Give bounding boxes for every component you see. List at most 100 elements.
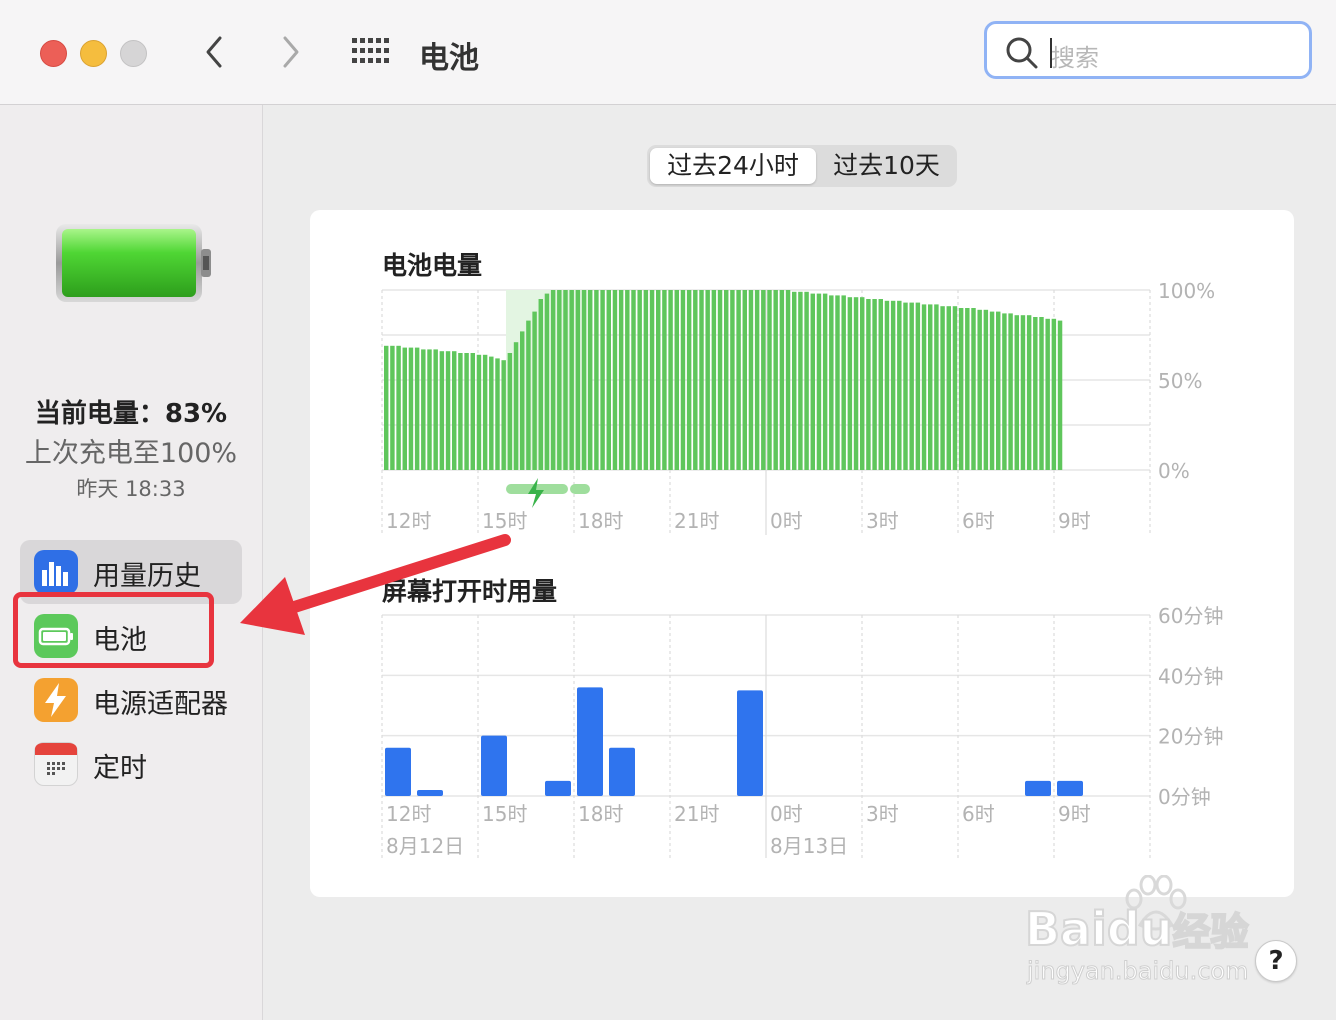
usage-x-tick-label: 18时 — [578, 802, 623, 826]
usage-y-tick-label: 40分钟 — [1158, 664, 1223, 688]
battery-bar — [989, 311, 995, 470]
battery-bar — [501, 360, 506, 470]
battery-bar — [464, 353, 469, 470]
back-button[interactable] — [200, 34, 230, 70]
tab-last-24-hours[interactable]: 过去24小时 — [650, 148, 816, 184]
battery-bar — [489, 356, 494, 470]
usage-y-tick-label: 20分钟 — [1158, 725, 1223, 749]
show-all-button[interactable] — [352, 38, 390, 66]
battery-bar — [390, 345, 395, 470]
battery-bar — [878, 299, 883, 470]
last-charged-label: 上次充电至100% — [24, 438, 238, 469]
charging-indicator-bar — [570, 484, 590, 494]
battery-bar — [996, 311, 1001, 470]
close-window-button[interactable] — [40, 40, 67, 67]
usage-x-tick-label: 15时 — [482, 802, 527, 826]
chevron-left-icon — [206, 36, 222, 68]
usage-bar — [545, 780, 571, 796]
battery-bar — [699, 290, 704, 470]
battery-bar — [631, 290, 636, 470]
sidebar-item-schedule[interactable]: 定时 — [20, 732, 242, 796]
battery-bar — [897, 300, 902, 470]
battery-bar — [433, 349, 438, 470]
battery-bar-charging — [550, 290, 556, 470]
usage-x-tick-label: 9时 — [1058, 802, 1091, 826]
battery-bar — [977, 309, 982, 470]
battery-bar — [946, 306, 951, 470]
usage-bar — [737, 690, 763, 796]
battery-bar — [860, 297, 865, 470]
battery-bar-charging — [544, 293, 550, 470]
sidebar-item-power-adapter[interactable]: 电源适配器 — [20, 668, 242, 732]
battery-bar — [693, 290, 698, 470]
battery-bar — [674, 290, 679, 470]
battery-bar — [785, 290, 791, 470]
battery-x-tick-label: 0时 — [770, 509, 803, 533]
help-button[interactable]: ? — [1255, 940, 1297, 982]
battery-bar — [1014, 315, 1019, 470]
battery-bar — [822, 293, 828, 470]
battery-bar — [439, 351, 445, 470]
watermark-url: jingyan.baidu.com — [1026, 957, 1249, 986]
battery-bar — [402, 347, 407, 470]
battery-x-tick-label: 18时 — [578, 509, 623, 533]
usage-x-tick-label: 3时 — [866, 802, 899, 826]
usage-bar — [609, 747, 635, 796]
battery-bar — [680, 290, 686, 470]
zoom-window-button[interactable] — [120, 40, 147, 67]
battery-bar — [915, 302, 921, 470]
minimize-window-button[interactable] — [80, 40, 107, 67]
battery-bar — [476, 354, 482, 470]
battery-bar — [1057, 320, 1063, 470]
battery-bar — [792, 291, 797, 470]
battery-bar — [711, 290, 717, 470]
battery-bar — [606, 290, 611, 470]
battery-bar — [890, 300, 896, 470]
battery-bar-charging — [581, 290, 587, 470]
search-placeholder: 搜索 — [1051, 44, 1099, 72]
battery-bar-charging — [507, 353, 513, 470]
battery-bar — [396, 345, 401, 470]
battery-bar — [618, 290, 624, 470]
usage-bar — [481, 735, 507, 796]
sidebar: 当前电量：83% 上次充电至100% 昨天 18:33 用量历史 电池 电源适配 — [0, 105, 263, 1020]
battery-bar — [1020, 315, 1026, 470]
battery-bar — [594, 290, 599, 470]
battery-bar-charging — [575, 290, 581, 470]
battery-bar — [730, 290, 735, 470]
battery-bar — [637, 290, 642, 470]
battery-bar — [408, 347, 414, 470]
watermark-brand: Baidu经验 — [1024, 901, 1250, 957]
usage-bar — [577, 687, 603, 796]
usage-bar — [417, 789, 443, 796]
battery-bar — [1051, 318, 1057, 470]
battery-bar-charging — [538, 299, 543, 470]
usage-bar — [1025, 780, 1051, 796]
calendar-icon — [34, 742, 78, 786]
usage-x-tick-label: 6时 — [962, 802, 995, 826]
battery-bar — [748, 290, 754, 470]
battery-bar — [940, 306, 945, 470]
forward-button[interactable] — [275, 34, 305, 70]
battery-bar — [965, 308, 970, 470]
battery-bar — [958, 308, 964, 470]
battery-x-tick-label: 9时 — [1058, 509, 1091, 533]
battery-bar — [754, 290, 760, 470]
battery-bar-charging — [569, 290, 574, 470]
tab-last-10-days[interactable]: 过去10天 — [819, 148, 954, 184]
usage-y-tick-label: 0分钟 — [1158, 785, 1211, 809]
sidebar-item-label: 电源适配器 — [93, 689, 228, 720]
battery-y-tick-label: 50% — [1158, 369, 1202, 393]
battery-bar — [717, 290, 723, 470]
battery-bar — [649, 290, 655, 470]
battery-bar — [921, 304, 927, 470]
battery-bar — [1033, 317, 1038, 470]
bar-chart-icon — [34, 550, 78, 594]
search-field[interactable]: 搜索 — [984, 21, 1312, 79]
battery-bar-charging — [557, 290, 562, 470]
battery-bar — [686, 290, 692, 470]
battery-bar — [767, 290, 772, 470]
battery-bar — [798, 291, 803, 470]
battery-bar-charging — [520, 331, 525, 470]
window-toolbar: 电池 搜索 — [0, 0, 1336, 105]
